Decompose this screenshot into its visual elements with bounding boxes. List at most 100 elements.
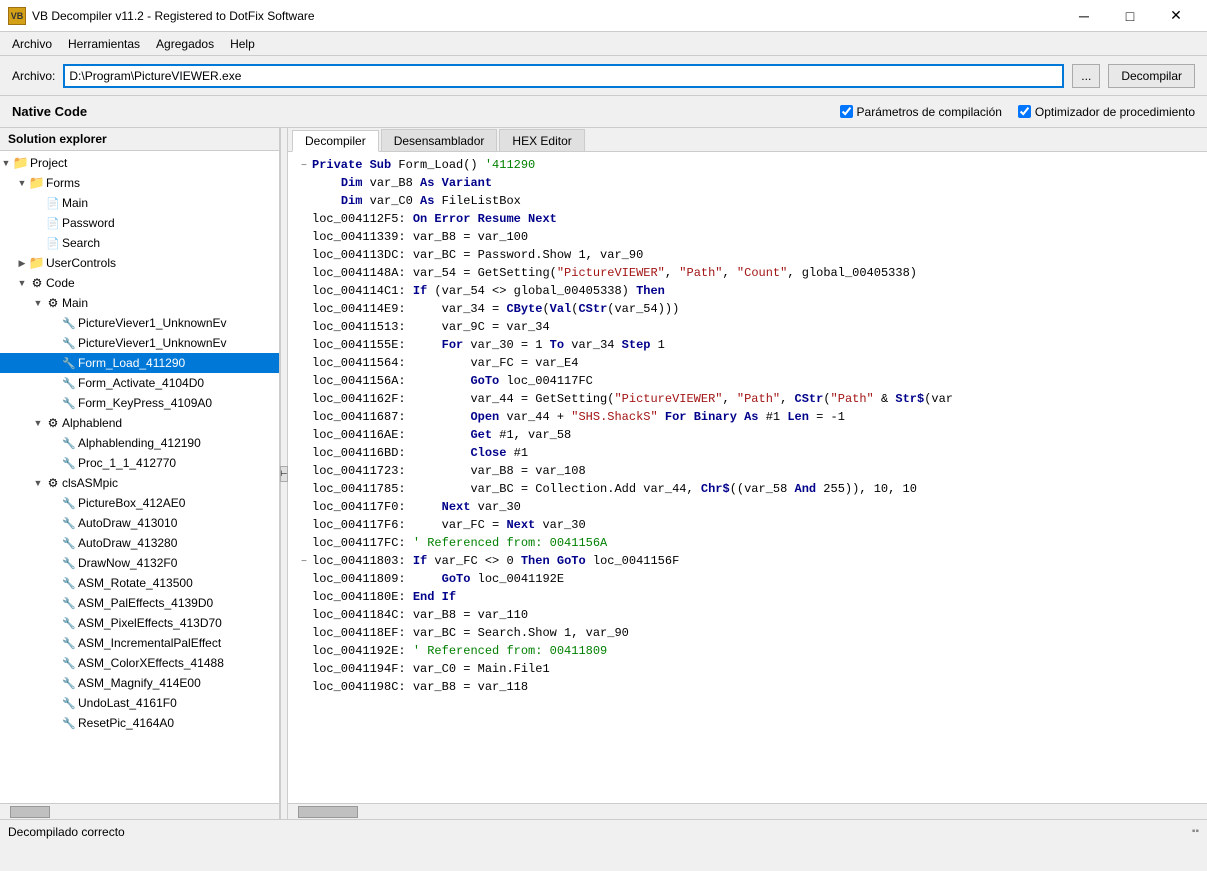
loc-addr-7: loc_004114C1: [312, 284, 413, 298]
menu-archivo[interactable]: Archivo [4, 35, 60, 53]
app-icon-label: VB [11, 11, 24, 21]
method-icon: 🔧 [62, 557, 76, 570]
tree-item-main2[interactable]: ▼ ⚙ Main [0, 293, 279, 313]
code-line-0: −Private Sub Form_Load() '411290 [296, 156, 1199, 174]
node-icon-resetpic: 🔧 [60, 714, 78, 732]
browse-button[interactable]: ... [1072, 64, 1100, 88]
tree-item-asmmagnify[interactable]: 🔧 ASM_Magnify_414E00 [0, 673, 279, 693]
tree-item-picviewerunk1[interactable]: 🔧 PictureViever1_UnknownEv [0, 313, 279, 333]
code-area[interactable]: −Private Sub Form_Load() '411290 Dim var… [288, 152, 1207, 803]
tree-item-picturebox[interactable]: 🔧 PictureBox_412AE0 [0, 493, 279, 513]
tree-item-proc11[interactable]: 🔧 Proc_1_1_412770 [0, 453, 279, 473]
tree-item-alphablending[interactable]: 🔧 Alphablending_412190 [0, 433, 279, 453]
minimize-button[interactable]: ─ [1061, 0, 1107, 32]
loc-addr-14: loc_00411687: [312, 410, 470, 424]
node-label-proc11: Proc_1_1_412770 [78, 456, 176, 470]
tree-item-main[interactable]: 📄 Main [0, 193, 279, 213]
tree-item-formactivate[interactable]: 🔧 Form_Activate_4104D0 [0, 373, 279, 393]
node-icon-search: 📄 [44, 234, 62, 252]
node-label-alphablend: Alphablend [62, 416, 122, 430]
loc-addr-5: loc_004113DC: [312, 248, 413, 262]
close-button[interactable]: ✕ [1153, 0, 1199, 32]
expand-icon-forms[interactable]: ▼ [16, 178, 28, 188]
checkbox-optimizador-label: Optimizador de procedimiento [1035, 105, 1195, 119]
code-line-4: loc_00411339: var_B8 = var_100 [296, 228, 1199, 246]
titlebar: VB VB Decompiler v11.2 - Registered to D… [0, 0, 1207, 32]
expand-icon-alphablend[interactable]: ▼ [32, 418, 44, 428]
tree-item-search[interactable]: 📄 Search [0, 233, 279, 253]
tab-desensamblador[interactable]: Desensamblador [381, 129, 498, 151]
node-icon-asmpaleffects: 🔧 [60, 594, 78, 612]
tree-item-autodraw2[interactable]: 🔧 AutoDraw_413280 [0, 533, 279, 553]
code-text-4: loc_00411339: var_B8 = var_100 [312, 228, 528, 246]
tree-item-code[interactable]: ▼ ⚙ Code [0, 273, 279, 293]
maximize-button[interactable]: □ [1107, 0, 1153, 32]
tree-item-project[interactable]: ▼ 📁 Project [0, 153, 279, 173]
code-scroll-h[interactable] [288, 803, 1207, 819]
tree-item-resetpic[interactable]: 🔧 ResetPic_4164A0 [0, 713, 279, 733]
expand-icon-code[interactable]: ▼ [16, 278, 28, 288]
node-label-asmpaleffects: ASM_PalEffects_4139D0 [78, 596, 213, 610]
tree-item-formload[interactable]: 🔧 Form_Load_411290 [0, 353, 279, 373]
code-line-8: loc_004114E9: var_34 = CByte(Val(CStr(va… [296, 300, 1199, 318]
tree-item-drawnow[interactable]: 🔧 DrawNow_4132F0 [0, 553, 279, 573]
tab-hex-editor[interactable]: HEX Editor [499, 129, 584, 151]
tree-item-asmincrementalpal[interactable]: 🔧 ASM_IncrementalPalEffect [0, 633, 279, 653]
collapse-btn-22[interactable]: − [296, 554, 312, 572]
menu-help[interactable]: Help [222, 35, 263, 53]
folder-icon: 📁 [13, 155, 29, 171]
tree-item-forms[interactable]: ▼ 📁 Forms [0, 173, 279, 193]
node-icon-project: 📁 [12, 154, 30, 172]
expand-icon-project[interactable]: ▼ [0, 158, 12, 168]
code-text-3: loc_004112F5: On Error Resume Next [312, 210, 557, 228]
loc-addr-18: loc_00411785: [312, 482, 470, 496]
code-folder-icon: ⚙ [48, 416, 59, 430]
expand-icon-clsasmpic[interactable]: ▼ [32, 478, 44, 488]
node-icon-undolast: 🔧 [60, 694, 78, 712]
code-text-9: loc_00411513: var_9C = var_34 [312, 318, 550, 336]
main-layout: Solution explorer ▼ 📁 Project ▼ 📁 Forms … [0, 128, 1207, 819]
code-line-18: loc_00411785: var_BC = Collection.Add va… [296, 480, 1199, 498]
code-line-5: loc_004113DC: var_BC = Password.Show 1, … [296, 246, 1199, 264]
solution-panel: Solution explorer ▼ 📁 Project ▼ 📁 Forms … [0, 128, 280, 819]
tree-item-asmpixeleffects[interactable]: 🔧 ASM_PixelEffects_413D70 [0, 613, 279, 633]
tree-item-formkeypress[interactable]: 🔧 Form_KeyPress_4109A0 [0, 393, 279, 413]
tree-item-usercontrols[interactable]: ▶ 📁 UserControls [0, 253, 279, 273]
header-section: Native Code Parámetros de compilación Op… [0, 96, 1207, 128]
menu-herramientas[interactable]: Herramientas [60, 35, 148, 53]
collapse-btn-0[interactable]: − [296, 158, 312, 176]
code-line-28: loc_0041194F: var_C0 = Main.File1 [296, 660, 1199, 678]
menu-agregados[interactable]: Agregados [148, 35, 222, 53]
code-line-10: loc_0041155E: For var_30 = 1 To var_34 S… [296, 336, 1199, 354]
node-icon-main: 📄 [44, 194, 62, 212]
tree-item-asmrotate[interactable]: 🔧 ASM_Rotate_413500 [0, 573, 279, 593]
tree-item-clsasmpic[interactable]: ▼ ⚙ clsASMpic [0, 473, 279, 493]
code-text-28: loc_0041194F: var_C0 = Main.File1 [312, 660, 550, 678]
tree-item-asmpaleffects[interactable]: 🔧 ASM_PalEffects_4139D0 [0, 593, 279, 613]
tree-item-picviewerunk2[interactable]: 🔧 PictureViever1_UnknownEv [0, 333, 279, 353]
expand-icon-usercontrols[interactable]: ▶ [16, 258, 28, 269]
code-text-15: loc_004116AE: Get #1, var_58 [312, 426, 571, 444]
node-icon-autodraw2: 🔧 [60, 534, 78, 552]
tab-decompiler[interactable]: Decompiler [292, 130, 379, 152]
folder-icon: 📁 [29, 175, 45, 191]
file-icon: 📄 [46, 217, 60, 230]
tree-item-undolast[interactable]: 🔧 UndoLast_4161F0 [0, 693, 279, 713]
expand-icon-main2[interactable]: ▼ [32, 298, 44, 308]
node-label-alphablending: Alphablending_412190 [78, 436, 201, 450]
code-line-24: loc_0041180E: End If [296, 588, 1199, 606]
decompile-button[interactable]: Decompilar [1108, 64, 1195, 88]
tree-item-autodraw1[interactable]: 🔧 AutoDraw_413010 [0, 513, 279, 533]
code-content: −Private Sub Form_Load() '411290 Dim var… [288, 156, 1207, 696]
filepath-input[interactable]: D:\Program\PictureVIEWER.exe [63, 64, 1064, 88]
tree-scrollbar-h[interactable] [0, 803, 279, 819]
split-handle[interactable]: ⊢ [280, 128, 288, 819]
node-icon-asmrotate: 🔧 [60, 574, 78, 592]
tree-item-alphablend[interactable]: ▼ ⚙ Alphablend [0, 413, 279, 433]
tree-container[interactable]: ▼ 📁 Project ▼ 📁 Forms 📄 Main 📄 Password … [0, 151, 279, 803]
node-label-resetpic: ResetPic_4164A0 [78, 716, 174, 730]
checkbox-parametros-input[interactable] [840, 105, 853, 118]
checkbox-optimizador-input[interactable] [1018, 105, 1031, 118]
tree-item-password[interactable]: 📄 Password [0, 213, 279, 233]
tree-item-asmcolorx[interactable]: 🔧 ASM_ColorXEffects_41488 [0, 653, 279, 673]
